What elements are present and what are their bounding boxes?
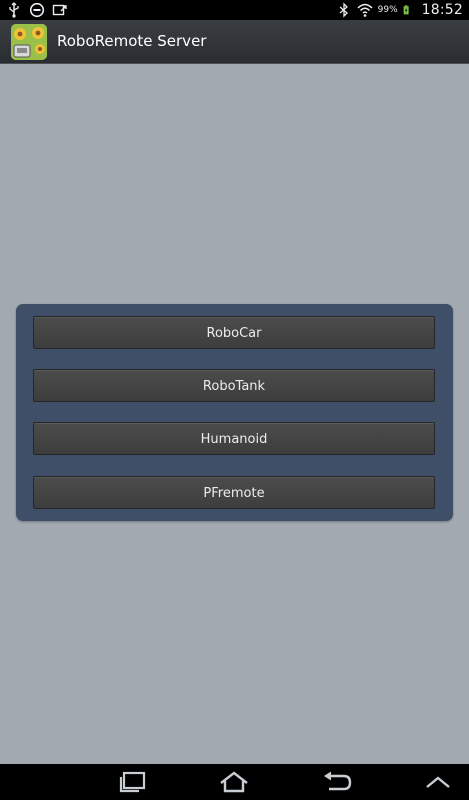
clock: 18:52 bbox=[421, 2, 463, 18]
humanoid-button[interactable]: Humanoid bbox=[33, 422, 435, 455]
flowers-icon bbox=[11, 24, 47, 60]
bluetooth-icon bbox=[339, 2, 348, 18]
home-icon[interactable] bbox=[218, 770, 250, 794]
status-bar: 99% 18:52 bbox=[0, 0, 469, 20]
app-icon[interactable] bbox=[11, 24, 47, 60]
action-bar: RoboRemote Server bbox=[0, 20, 469, 64]
status-bar-system: 99% 18:52 bbox=[336, 0, 463, 20]
screenshot-icon bbox=[52, 4, 67, 16]
app-title: RoboRemote Server bbox=[57, 32, 207, 50]
robotank-button[interactable]: RoboTank bbox=[33, 369, 435, 402]
wifi-icon bbox=[357, 3, 373, 17]
recent-apps-icon[interactable] bbox=[118, 770, 148, 794]
usb-icon bbox=[9, 2, 19, 18]
pfremote-button[interactable]: PFremote bbox=[33, 476, 435, 509]
robocar-button[interactable]: RoboCar bbox=[33, 316, 435, 349]
battery-charging-icon bbox=[403, 5, 409, 15]
do-not-disturb-icon bbox=[29, 2, 45, 18]
status-bar-notifications bbox=[6, 1, 68, 19]
back-icon[interactable] bbox=[321, 770, 353, 794]
menu-up-icon[interactable] bbox=[423, 770, 453, 794]
robot-selection-panel: RoboCar RoboTank Humanoid PFremote bbox=[16, 304, 453, 521]
battery-percent: 99% bbox=[377, 5, 398, 15]
navigation-bar bbox=[0, 764, 469, 800]
